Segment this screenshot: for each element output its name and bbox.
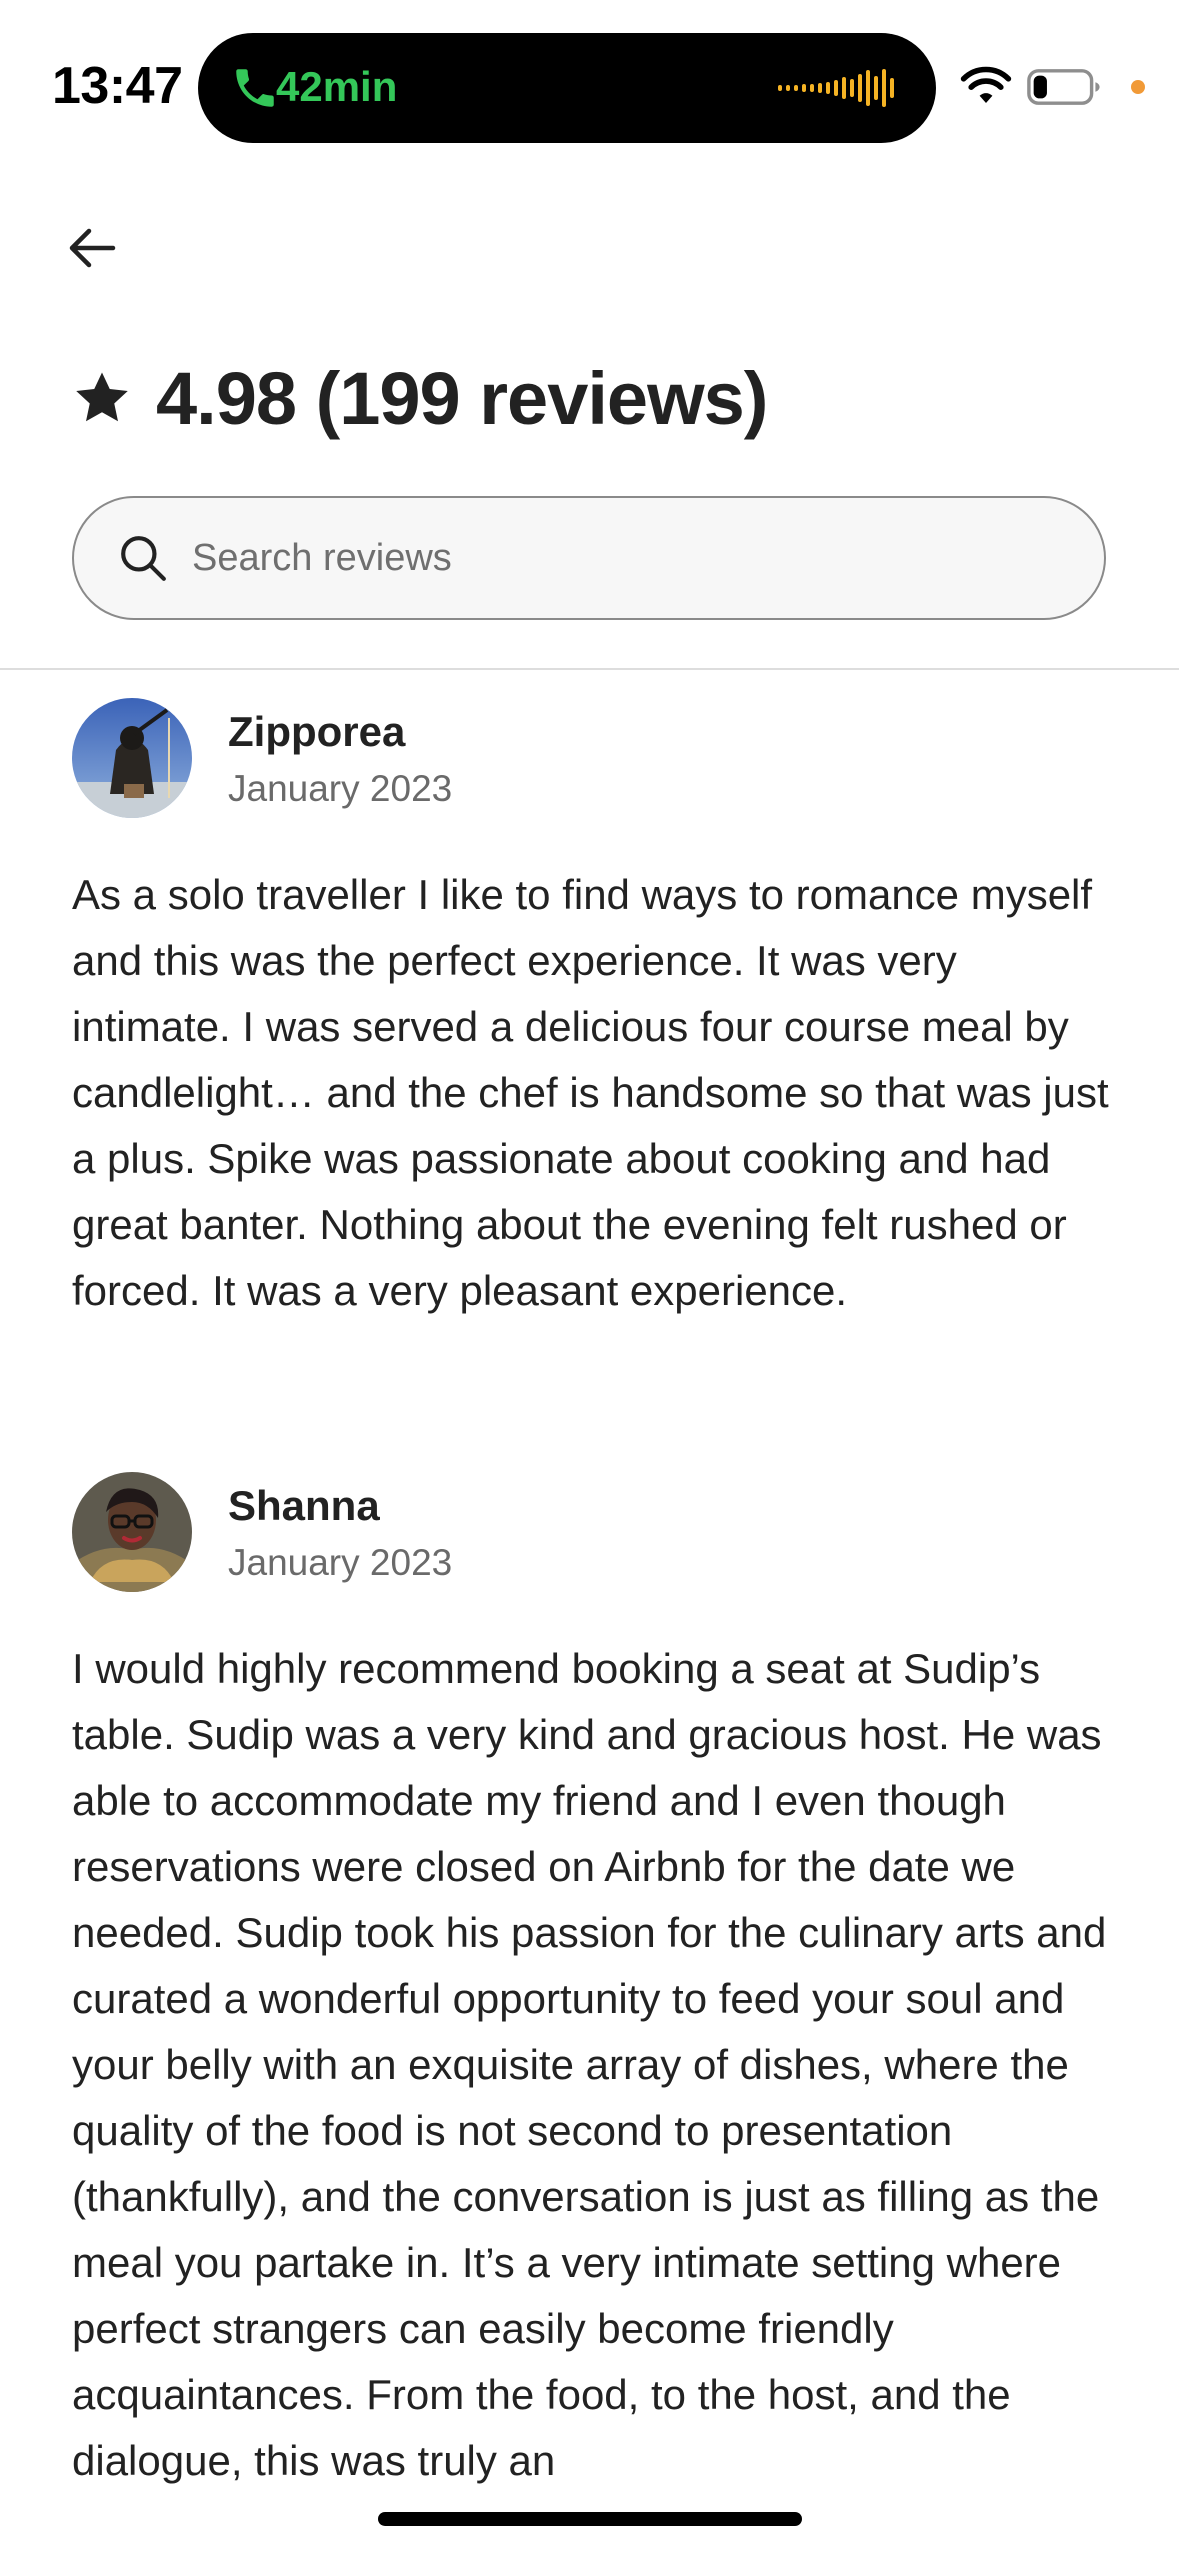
rating-text: 4.98 (199 reviews) [156,356,768,440]
home-indicator[interactable] [378,2512,802,2526]
review-date: January 2023 [228,768,453,809]
review-header: Shanna January 2023 [72,1472,1112,1602]
call-duration: 42min [276,63,398,110]
status-time: 13:47 [52,57,183,115]
search-input[interactable] [192,536,1052,580]
dynamic-island-call[interactable]: 42min [198,33,936,143]
reviewer-name: Zipporea [228,708,406,755]
phone-icon [236,69,274,107]
avatar[interactable] [72,698,192,818]
review-item: Shanna January 2023 I would highly recom… [72,1472,1112,2494]
battery-icon [1027,69,1100,105]
review-header: Zipporea January 2023 [72,698,1112,828]
reviewer-name: Shanna [228,1482,380,1529]
review-item: Zipporea January 2023 As a solo travelle… [72,698,1112,1324]
back-button[interactable] [64,222,120,274]
audio-waveform-icon [778,67,898,109]
status-bar: 13:47 42min [0,0,1179,150]
search-bar[interactable] [72,496,1106,620]
arrow-left-icon [69,228,116,268]
privacy-indicator-dot [1131,80,1145,94]
header-divider [0,668,1179,670]
search-icon [121,536,166,581]
review-text: I would highly recommend booking a seat … [72,1645,1107,2484]
wifi-icon [960,66,1012,103]
reviews-screen: 13:47 42min 4.98 (199 reviews) Search re… [0,0,1179,2556]
rating-summary: 4.98 (199 reviews) [72,348,768,448]
avatar[interactable] [72,1472,192,1592]
review-text: As a solo traveller I like to find ways … [72,871,1109,1314]
star-icon [76,372,128,422]
review-date: January 2023 [228,1542,453,1583]
